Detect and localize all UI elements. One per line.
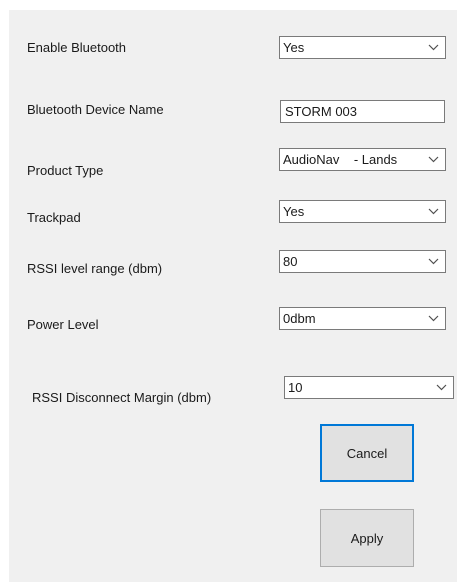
rssi-level-range-select[interactable]: 80 — [279, 250, 446, 273]
apply-button[interactable]: Apply — [320, 509, 414, 567]
enable-bluetooth-select[interactable]: Yes — [279, 36, 446, 59]
power-level-label: Power Level — [27, 317, 99, 332]
power-level-value: 0dbm — [283, 311, 316, 326]
device-name-label: Bluetooth Device Name — [27, 102, 164, 117]
cancel-button[interactable]: Cancel — [320, 424, 414, 482]
enable-bluetooth-value: Yes — [283, 40, 305, 55]
product-type-value: AudioNav - Lands — [283, 152, 398, 167]
rssi-disconnect-margin-label: RSSI Disconnect Margin (dbm) — [32, 390, 212, 405]
trackpad-label: Trackpad — [27, 210, 81, 225]
product-type-label: Product Type — [27, 163, 104, 178]
rssi-level-range-value: 80 — [283, 254, 298, 269]
chevron-down-icon — [423, 308, 445, 329]
rssi-disconnect-margin-value: 10 — [288, 380, 303, 395]
device-name-input[interactable]: STORM 003 — [280, 100, 445, 123]
product-type-select[interactable]: AudioNav - Lands — [279, 148, 446, 171]
rssi-level-range-label: RSSI level range (dbm) — [27, 261, 163, 276]
chevron-down-icon — [423, 37, 445, 58]
chevron-down-icon — [431, 377, 453, 398]
rssi-disconnect-margin-select[interactable]: 10 — [284, 376, 454, 399]
trackpad-select[interactable]: Yes — [279, 200, 446, 223]
device-name-value: STORM 003 — [285, 104, 358, 119]
chevron-down-icon — [423, 149, 445, 170]
enable-bluetooth-label: Enable Bluetooth — [27, 40, 127, 55]
trackpad-value: Yes — [283, 204, 305, 219]
settings-panel — [9, 10, 457, 582]
power-level-select[interactable]: 0dbm — [279, 307, 446, 330]
chevron-down-icon — [423, 201, 445, 222]
chevron-down-icon — [423, 251, 445, 272]
